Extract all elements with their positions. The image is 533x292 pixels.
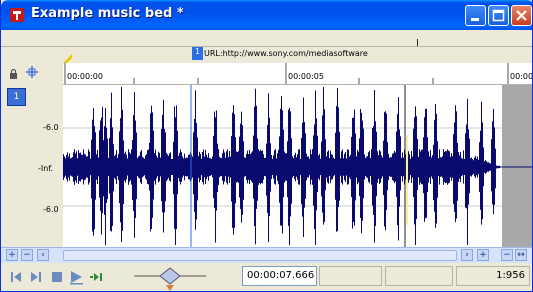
db-label-top: -6.0 — [43, 123, 59, 132]
zoom-in-button[interactable]: + — [477, 249, 489, 261]
waveform-display[interactable] — [63, 85, 532, 247]
window-title: Example music bed * — [31, 6, 184, 21]
ruler-label-end: 00:00 — [510, 72, 533, 81]
position-field[interactable]: 00:00:07.666 — [242, 266, 317, 286]
ruler-label-mid: 00:00:05 — [288, 72, 324, 81]
play-icon[interactable] — [68, 269, 84, 285]
horizontal-scrollbar[interactable]: + − ‹ › + − ↔ — [1, 247, 532, 263]
playback-rate-slider[interactable] — [134, 265, 206, 291]
region-flag[interactable]: 1 — [192, 47, 203, 60]
status-field-length — [385, 266, 453, 286]
zoom-out-vertical-button[interactable]: − — [21, 249, 33, 261]
track-number-button[interactable]: 1 — [7, 88, 26, 106]
sound-file-window: Example music bed * 1 URL:http://www.son… — [0, 0, 533, 292]
close-button[interactable] — [511, 5, 532, 26]
maximize-button[interactable] — [488, 5, 509, 26]
region-label: URL:http://www.sony.com/mediasoftware — [204, 49, 368, 58]
marker-bar[interactable] — [1, 30, 532, 47]
transport-bar: 00:00:07.666 1:956 — [1, 263, 532, 291]
selection-region — [502, 85, 532, 247]
lock-icon[interactable] — [9, 69, 18, 79]
region-number: 1 — [195, 47, 201, 56]
status-field-selection — [319, 266, 382, 286]
scroll-thumb[interactable] — [63, 250, 457, 261]
zoom-fit-button[interactable]: ↔ — [515, 249, 527, 261]
go-to-end-icon[interactable] — [28, 269, 44, 285]
zoom-out-button[interactable]: − — [501, 249, 513, 261]
scroll-right-button[interactable]: › — [461, 249, 473, 261]
go-to-start-icon[interactable] — [8, 269, 24, 285]
marker-tick — [417, 39, 418, 46]
scroll-left-button[interactable]: ‹ — [37, 249, 49, 261]
time-ruler[interactable]: 00:00:00 00:00:05 00:00 — [63, 63, 532, 85]
ruler-label-start: 00:00:00 — [67, 72, 103, 81]
db-label-bottom: -6.0 — [43, 205, 59, 214]
stop-icon[interactable] — [49, 269, 65, 285]
start-marker-icon — [63, 54, 72, 63]
zoom-in-vertical-button[interactable]: + — [6, 249, 18, 261]
track-header: 1 -6.0 -Inf. -6.0 — [1, 63, 63, 247]
sound-forge-app-icon — [10, 8, 24, 22]
play-as-sample-icon[interactable] — [89, 269, 105, 285]
title-bar[interactable]: Example music bed * — [1, 0, 532, 30]
region-bar[interactable]: 1 URL:http://www.sony.com/mediasoftware — [61, 47, 532, 63]
minimize-button[interactable] — [465, 5, 486, 26]
db-label-center: -Inf. — [38, 164, 54, 173]
zoom-ratio-field: 1:956 — [456, 266, 530, 286]
waveform-svg — [63, 85, 532, 247]
snap-icon[interactable] — [25, 65, 39, 79]
